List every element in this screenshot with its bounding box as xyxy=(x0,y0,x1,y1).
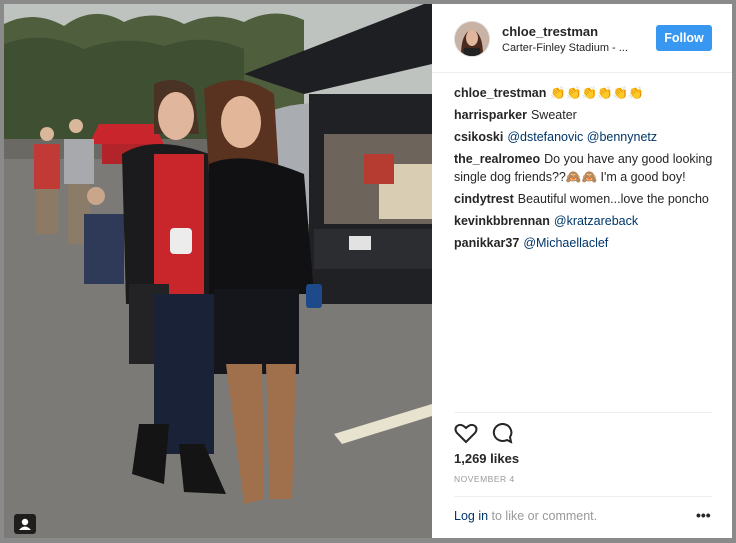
mention-link[interactable]: @kratzareback xyxy=(554,214,638,228)
comment-username[interactable]: kevinkbbrennan xyxy=(454,214,550,228)
comment-username[interactable]: cindytrest xyxy=(454,192,514,206)
comment-item: cindytrest Beautiful women...love the pon… xyxy=(454,190,716,208)
comment-item: kevinkbbrennan @kratzareback xyxy=(454,212,716,230)
login-prompt-text: to like or comment. xyxy=(488,509,598,523)
username-link[interactable]: chloe_trestman xyxy=(502,24,598,39)
user-tag-icon[interactable] xyxy=(14,514,36,534)
post-date: NOVEMBER 4 xyxy=(454,474,515,484)
comment-text: Beautiful women...love the poncho xyxy=(517,192,709,206)
divider xyxy=(454,496,712,497)
caption-text: 👏👏👏👏👏👏 xyxy=(550,86,644,100)
likes-count[interactable]: 1,269 likes xyxy=(454,451,519,466)
comment-item: panikkar37 @Michaellaclef xyxy=(454,234,716,252)
login-link[interactable]: Log in xyxy=(454,509,488,523)
comment-text: Sweater xyxy=(530,108,577,122)
heart-icon[interactable] xyxy=(454,422,478,449)
post-header: chloe_trestman Carter-Finley Stadium - .… xyxy=(432,4,732,73)
comment-username[interactable]: the_realromeo xyxy=(454,152,540,166)
comment-username[interactable]: harrisparker xyxy=(454,108,527,122)
comment-username[interactable]: csikoski xyxy=(454,130,503,144)
comment-item: the_realromeo Do you have any good lookin… xyxy=(454,150,716,186)
location-link[interactable]: Carter-Finley Stadium - ... xyxy=(502,42,628,54)
login-prompt: Log in to like or comment. xyxy=(454,509,597,523)
comment-item: harrisparker Sweater xyxy=(454,106,716,124)
caption: chloe_trestman 👏👏👏👏👏👏 xyxy=(454,84,716,102)
comment-item: csikoski @dstefanovic @bennynetz xyxy=(454,128,716,146)
comments-list: chloe_trestman 👏👏👏👏👏👏 harrisparker Sweater… xyxy=(454,84,716,256)
avatar[interactable] xyxy=(454,21,490,57)
follow-button[interactable]: Follow xyxy=(656,25,712,51)
post-details-panel: chloe_trestman Carter-Finley Stadium - .… xyxy=(432,4,732,538)
divider xyxy=(454,412,712,413)
comment-icon[interactable] xyxy=(490,422,514,449)
mention-link[interactable]: @dstefanovic xyxy=(507,130,583,144)
caption-username[interactable]: chloe_trestman xyxy=(454,86,546,100)
mention-link[interactable]: @bennynetz xyxy=(587,130,657,144)
more-options-icon[interactable]: ••• xyxy=(696,507,711,523)
photo-illustration xyxy=(4,4,432,538)
post-modal: chloe_trestman Carter-Finley Stadium - .… xyxy=(0,0,736,543)
comment-username[interactable]: panikkar37 xyxy=(454,236,519,250)
post-photo xyxy=(4,4,432,538)
mention-link[interactable]: @Michaellaclef xyxy=(523,236,608,250)
